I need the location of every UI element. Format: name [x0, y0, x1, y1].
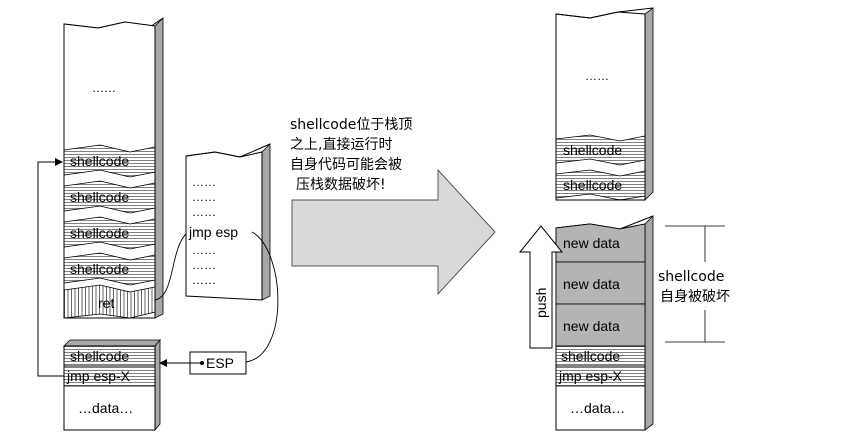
right-shellcode-cell-2: shellcode [555, 169, 646, 201]
code-dots-6: …… [192, 273, 216, 287]
left-shellcode-label-4: shellcode [70, 261, 129, 277]
left-shellcode-label-3: shellcode [70, 225, 129, 241]
left-stack-side-shade [154, 17, 164, 319]
right-top-dots: …… [585, 69, 609, 83]
bracket-label-line-2: 自身被破坏 [660, 289, 730, 305]
esp-label: ESP [206, 355, 234, 371]
left-stack: …… shellcode shellcode shellcode shellco… [63, 17, 164, 319]
new-data-label-1: new data [563, 235, 620, 251]
damage-bracket: shellcode 自身被破坏 [658, 225, 730, 343]
left-shellcode-cell-1: shellcode [63, 144, 156, 178]
arrow-note-line-4: 压栈数据破坏! [296, 177, 386, 193]
code-dots-5: …… [192, 258, 216, 272]
arrow-note-line-2: 之上,直接运行时 [290, 136, 392, 153]
left-shellcode-cell-2: shellcode [63, 180, 156, 214]
code-column: …… …… …… jmp esp …… …… …… [185, 143, 271, 301]
bracket-label-line-1: shellcode [658, 269, 724, 285]
new-data-cell-1: new data [555, 223, 646, 263]
new-data-cell-3: new data [555, 303, 646, 347]
left-shellcode-cell-3: shellcode [63, 216, 156, 250]
arrow-note-line-3: 自身代码可能会被 [290, 157, 402, 173]
left-bottom-shellcode-label: shellcode [70, 348, 129, 364]
right-top-stack: …… shellcode shellcode [555, 7, 654, 201]
code-dots-3: …… [192, 205, 216, 219]
left-shellcode-cell-4: shellcode [63, 252, 156, 286]
code-dots-4: …… [192, 243, 216, 257]
right-bottom-jmp-label: jmp esp-X [558, 368, 623, 384]
arrow-note-line-1: shellcode位于栈顶 [290, 117, 412, 133]
left-bottom-data-label: …data… [78, 400, 133, 416]
code-dots-1: …… [192, 175, 216, 189]
code-jmp-esp-label: jmp esp [188, 224, 238, 240]
arrow-note: shellcode位于栈顶 之上,直接运行时 自身代码可能会被 压栈数据破坏! [290, 117, 412, 193]
left-bottom-stack: shellcode jmp esp-X …data… [63, 338, 161, 432]
new-data-label-2: new data [563, 276, 620, 292]
right-shellcode-label-1: shellcode [563, 142, 622, 158]
stack-overflow-diagram: …… shellcode shellcode shellcode shellco… [37, 7, 730, 432]
right-shellcode-label-2: shellcode [563, 177, 622, 193]
left-bottom-jmp-label: jmp esp-X [66, 368, 131, 384]
left-stack-top-dots: …… [92, 81, 116, 95]
new-data-label-3: new data [563, 318, 620, 334]
push-label: push [533, 288, 549, 318]
new-data-cell-2: new data [555, 261, 646, 305]
left-ret-label: ret [98, 295, 114, 311]
right-shellcode-cell-1: shellcode [555, 134, 646, 166]
right-bottom-data-label: …data… [570, 400, 625, 416]
left-ret-cell: ret [63, 284, 156, 319]
code-dots-2: …… [192, 190, 216, 204]
right-bottom-shellcode-label: shellcode [561, 348, 620, 364]
right-bottom-stack: new data new data new data shellcode jmp… [555, 215, 654, 431]
left-shellcode-label-2: shellcode [70, 189, 129, 205]
left-shellcode-label-1: shellcode [70, 153, 129, 169]
left-loop-arrow [37, 158, 64, 377]
